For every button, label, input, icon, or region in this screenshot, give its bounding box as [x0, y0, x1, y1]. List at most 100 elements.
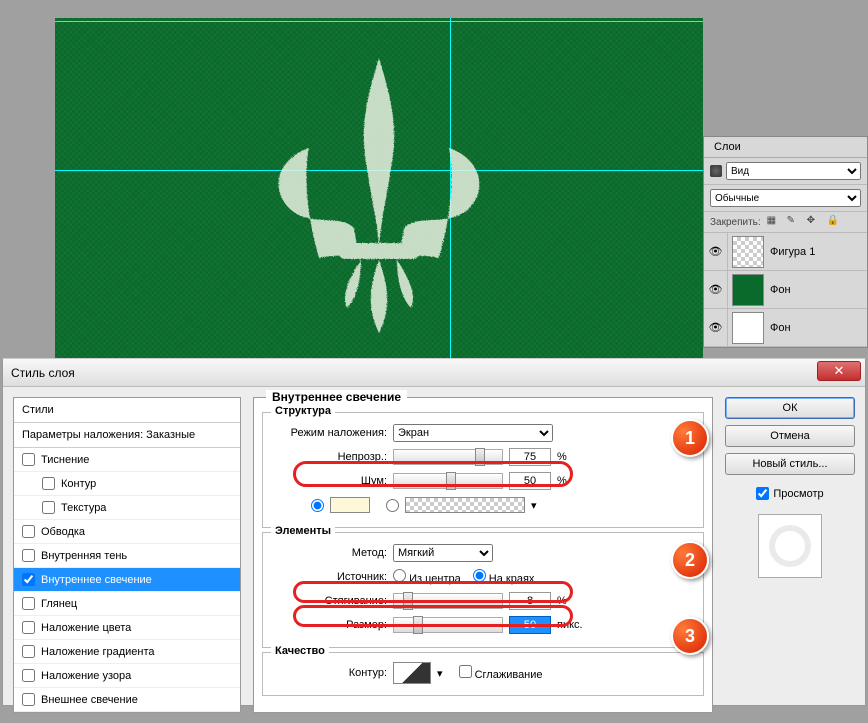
layer-style-dialog: Стиль слоя ✕ Стили Параметры наложения: … [2, 358, 866, 706]
style-row[interactable]: Тиснение [14, 448, 240, 472]
opacity-input[interactable] [509, 448, 551, 466]
fleur-de-lis-shape [249, 48, 509, 338]
style-row[interactable]: Внешнее свечение [14, 688, 240, 712]
style-checkbox[interactable] [22, 525, 35, 538]
size-slider[interactable] [393, 617, 503, 633]
style-checkbox[interactable] [42, 501, 55, 514]
lock-move-icon[interactable]: ✥ [807, 215, 821, 229]
style-label: Наложение градиента [41, 646, 155, 658]
style-row[interactable]: Наложение узора [14, 664, 240, 688]
style-checkbox[interactable] [22, 693, 35, 706]
style-row[interactable]: Внутреннее свечение [14, 568, 240, 592]
contour-picker[interactable] [393, 662, 431, 684]
close-button[interactable]: ✕ [817, 361, 861, 381]
layer-kind-select[interactable]: Вид [726, 162, 861, 180]
layer-thumbnail[interactable] [732, 274, 764, 306]
visibility-eye-icon[interactable]: 👁 [704, 309, 728, 346]
style-label: Контур [61, 478, 96, 490]
style-row[interactable]: Глянец [14, 592, 240, 616]
layers-panel: Слои Вид Обычные Закрепить: ▦ ✎ ✥ 🔒 👁 Фи… [703, 136, 868, 348]
style-row[interactable]: Обводка [14, 520, 240, 544]
style-checkbox[interactable] [22, 621, 35, 634]
lock-all-icon[interactable]: 🔒 [827, 215, 841, 229]
noise-input[interactable] [509, 472, 551, 490]
lock-row: Закрепить: ▦ ✎ ✥ 🔒 [704, 212, 867, 233]
style-checkbox[interactable] [22, 573, 35, 586]
style-row[interactable]: Текстура [14, 496, 240, 520]
style-label: Обводка [41, 526, 85, 538]
panel-title: Внутреннее свечение [266, 390, 407, 404]
layer-name[interactable]: Фигура 1 [768, 246, 815, 258]
filter-icon[interactable] [710, 165, 722, 177]
blending-options-row[interactable]: Параметры наложения: Заказные [14, 423, 240, 448]
layer-name[interactable]: Фон [768, 322, 791, 334]
layer-thumbnail[interactable] [732, 236, 764, 268]
choke-input[interactable] [509, 592, 551, 610]
badge-3: 3 [671, 617, 709, 655]
style-checkbox[interactable] [22, 597, 35, 610]
style-label: Внутренняя тень [41, 550, 127, 562]
layer-name[interactable]: Фон [768, 284, 791, 296]
style-label: Наложение цвета [41, 622, 131, 634]
color-radio[interactable] [311, 499, 324, 512]
dialog-title: Стиль слоя [11, 366, 75, 380]
cancel-button[interactable]: Отмена [725, 425, 855, 447]
dialog-title-bar[interactable]: Стиль слоя ✕ [3, 359, 865, 387]
gradient-swatch[interactable] [405, 497, 525, 513]
styles-list: Стили Параметры наложения: Заказные Тисн… [13, 397, 241, 713]
choke-slider[interactable] [393, 593, 503, 609]
dialog-buttons: ОК Отмена Новый стиль... Просмотр [725, 397, 855, 713]
opacity-slider[interactable] [393, 449, 503, 465]
source-edge-radio[interactable] [473, 569, 486, 582]
technique-select[interactable]: Мягкий [393, 544, 493, 562]
effect-settings-panel: Внутреннее свечение Структура Режим нало… [253, 397, 713, 713]
style-row[interactable]: Внутренняя тень [14, 544, 240, 568]
guide-horizontal[interactable] [55, 21, 703, 22]
color-swatch[interactable] [330, 497, 370, 513]
gradient-radio[interactable] [386, 499, 399, 512]
style-checkbox[interactable] [22, 645, 35, 658]
visibility-eye-icon[interactable]: 👁 [704, 233, 728, 270]
noise-slider[interactable] [393, 473, 503, 489]
layers-tab[interactable]: Слои [704, 137, 867, 158]
style-label: Внешнее свечение [41, 694, 138, 706]
style-label: Внутреннее свечение [41, 574, 152, 586]
style-row[interactable]: Наложение градиента [14, 640, 240, 664]
layer-item[interactable]: 👁 Фигура 1 [704, 233, 867, 271]
style-row[interactable]: Наложение цвета [14, 616, 240, 640]
size-input[interactable] [509, 616, 551, 634]
visibility-eye-icon[interactable]: 👁 [704, 271, 728, 308]
structure-fieldset: Структура Режим наложения: Экран Непрозр… [262, 412, 704, 528]
layer-thumbnail[interactable] [732, 312, 764, 344]
style-label: Тиснение [41, 454, 89, 466]
style-row[interactable]: Контур [14, 472, 240, 496]
blend-mode-select[interactable]: Экран [393, 424, 553, 442]
style-label: Наложение узора [41, 670, 131, 682]
blend-mode-select[interactable]: Обычные [710, 189, 861, 207]
style-checkbox[interactable] [22, 549, 35, 562]
style-checkbox[interactable] [42, 477, 55, 490]
layer-item[interactable]: 👁 Фон [704, 309, 867, 347]
source-center-radio[interactable] [393, 569, 406, 582]
chevron-down-icon[interactable]: ▾ [437, 667, 443, 680]
elements-fieldset: Элементы Метод: Мягкий Источник: Из цент… [262, 532, 704, 648]
layer-item[interactable]: 👁 Фон [704, 271, 867, 309]
preview-label: Просмотр [773, 488, 823, 500]
antialias-checkbox[interactable] [459, 665, 472, 678]
ok-button[interactable]: ОК [725, 397, 855, 419]
style-label: Глянец [41, 598, 77, 610]
style-checkbox[interactable] [22, 669, 35, 682]
style-label: Текстура [61, 502, 106, 514]
styles-header[interactable]: Стили [14, 398, 240, 423]
preview-checkbox[interactable] [756, 487, 769, 500]
quality-fieldset: Качество Контур: ▾ Сглаживание [262, 652, 704, 696]
canvas-background[interactable] [55, 18, 703, 368]
badge-1: 1 [671, 419, 709, 457]
chevron-down-icon[interactable]: ▾ [531, 499, 537, 512]
lock-brush-icon[interactable]: ✎ [787, 215, 801, 229]
style-checkbox[interactable] [22, 453, 35, 466]
lock-transparent-icon[interactable]: ▦ [767, 215, 781, 229]
badge-2: 2 [671, 541, 709, 579]
new-style-button[interactable]: Новый стиль... [725, 453, 855, 475]
preview-thumbnail [758, 514, 822, 578]
